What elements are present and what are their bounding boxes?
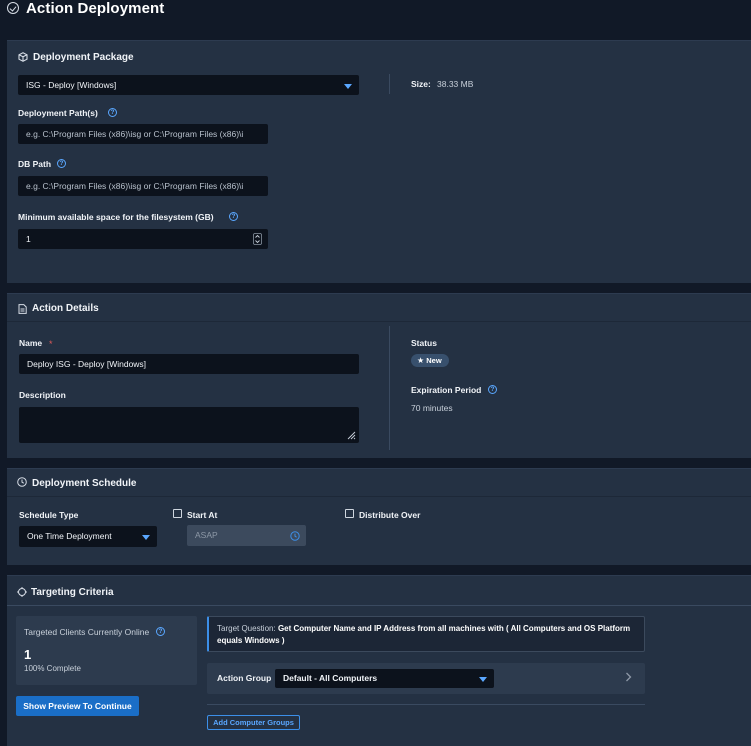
action-group-value: Default - All Computers: [283, 673, 378, 683]
start-at-input[interactable]: ASAP: [187, 525, 306, 546]
db-path-input[interactable]: e.g. C:\Program Files (x86)\isg or C:\Pr…: [18, 176, 268, 196]
help-icon[interactable]: ?: [57, 159, 66, 168]
stepper-arrows-icon[interactable]: [253, 233, 262, 245]
chevron-down-icon: [479, 677, 487, 682]
deployment-package-card: Deployment Package ISG - Deploy [Windows…: [7, 40, 751, 283]
deployment-schedule-title: Deployment Schedule: [32, 478, 137, 489]
divider: [389, 326, 390, 450]
target-icon: [17, 587, 27, 597]
deployment-paths-input[interactable]: e.g. C:\Program Files (x86)\isg or C:\Pr…: [18, 124, 268, 144]
name-input[interactable]: Deploy ISG - Deploy [Windows]: [19, 354, 359, 374]
package-select-value: ISG - Deploy [Windows]: [26, 80, 117, 90]
package-select[interactable]: ISG - Deploy [Windows]: [18, 75, 359, 95]
description-textarea[interactable]: [19, 407, 359, 443]
name-value: Deploy ISG - Deploy [Windows]: [27, 359, 147, 369]
package-icon: [18, 52, 28, 62]
targeting-criteria-card: Targeting Criteria Targeted Clients Curr…: [7, 575, 751, 746]
clients-count: 1: [24, 647, 32, 662]
card-header-divider: [7, 605, 751, 606]
schedule-type-value: One Time Deployment: [27, 531, 112, 541]
action-details-title: Action Details: [32, 303, 99, 314]
help-icon[interactable]: ?: [108, 108, 117, 117]
card-header-divider: [7, 496, 751, 497]
deployment-paths-placeholder: e.g. C:\Program Files (x86)\isg or C:\Pr…: [26, 129, 244, 139]
page-title: Action Deployment: [26, 0, 165, 17]
description-label: Description: [19, 390, 66, 400]
clock-icon: [17, 477, 27, 487]
size-label: Size:: [411, 79, 431, 89]
name-label: Name: [19, 338, 43, 348]
status-badge-label: New: [426, 356, 442, 365]
action-group-select[interactable]: Default - All Computers: [275, 669, 494, 688]
clients-complete: 100% Complete: [24, 664, 81, 673]
start-at-checkbox[interactable]: [173, 509, 182, 518]
deployment-schedule-card: Deployment Schedule Schedule Type One Ti…: [7, 468, 751, 565]
distribute-over-checkbox[interactable]: [345, 509, 354, 518]
expiration-value: 70 minutes: [411, 403, 453, 413]
schedule-type-select[interactable]: One Time Deployment: [19, 526, 157, 547]
clock-icon: [290, 531, 300, 541]
divider: [389, 74, 390, 94]
add-computer-groups-button[interactable]: Add Computer Groups: [207, 715, 300, 730]
document-icon: [18, 304, 27, 314]
help-icon[interactable]: ?: [156, 627, 165, 636]
expiration-label: Expiration Period: [411, 385, 482, 395]
targeted-clients-panel: Targeted Clients Currently Online ? 1 10…: [16, 616, 197, 685]
distribute-over-label: Distribute Over: [359, 510, 421, 520]
target-question-text: Get Computer Name and IP Address from al…: [217, 624, 631, 645]
db-path-label: DB Path: [18, 159, 52, 169]
resize-handle-icon[interactable]: [346, 430, 356, 440]
chevron-down-icon: [142, 535, 150, 540]
status-badge: ★ New: [411, 354, 449, 367]
help-icon[interactable]: ?: [488, 385, 497, 394]
min-space-label: Minimum available space for the filesyst…: [18, 212, 214, 222]
deployment-paths-label: Deployment Path(s): [18, 108, 98, 118]
star-icon: ★: [417, 356, 425, 365]
min-space-stepper[interactable]: 1: [18, 229, 268, 249]
help-icon[interactable]: ?: [229, 212, 238, 221]
min-space-value: 1: [26, 234, 31, 244]
targeting-criteria-title: Targeting Criteria: [31, 587, 114, 598]
action-group-label: Action Group: [217, 673, 272, 683]
divider: [207, 704, 645, 705]
show-preview-button[interactable]: Show Preview To Continue: [16, 696, 139, 716]
deployment-package-title: Deployment Package: [33, 52, 134, 63]
db-path-placeholder: e.g. C:\Program Files (x86)\isg or C:\Pr…: [26, 181, 244, 191]
target-question-box: Target Question: Get Computer Name and I…: [207, 616, 645, 652]
action-group-row: Action Group Default - All Computers: [207, 663, 645, 694]
size-value: 38.33 MB: [437, 79, 474, 89]
start-at-label: Start At: [187, 510, 218, 520]
target-question-prefix: Target Question:: [217, 624, 276, 633]
action-details-card: Action Details Name * Deploy ISG - Deplo…: [7, 293, 751, 458]
check-circle-icon: [7, 2, 19, 14]
required-mark: *: [49, 339, 53, 349]
status-label: Status: [411, 338, 437, 348]
schedule-type-label: Schedule Type: [19, 510, 79, 520]
chevron-down-icon: [344, 84, 352, 89]
card-header-divider: [7, 321, 751, 322]
page-header: Action Deployment: [0, 0, 751, 24]
chevron-right-icon[interactable]: [625, 672, 632, 682]
clients-label: Targeted Clients Currently Online: [24, 627, 150, 637]
start-at-value: ASAP: [195, 530, 218, 540]
